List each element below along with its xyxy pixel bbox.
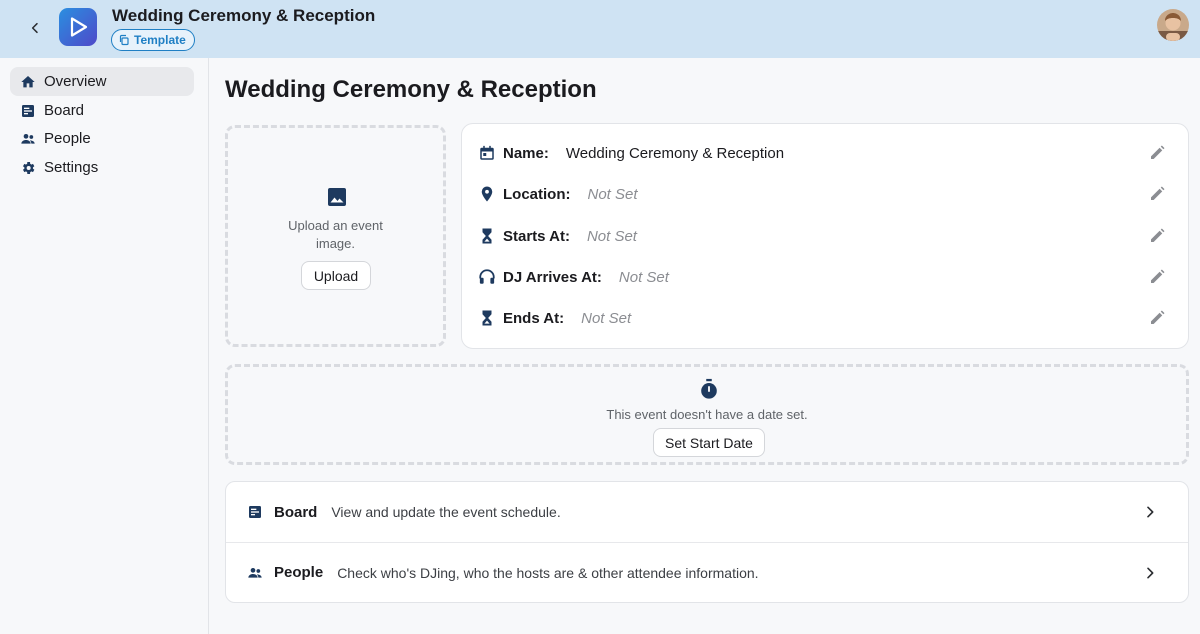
sidebar-item-label: Overview xyxy=(44,73,107,90)
sidebar-item-overview[interactable]: Overview xyxy=(10,67,194,96)
date-empty-state: This event doesn't have a date set. Set … xyxy=(225,364,1189,465)
sidebar-item-board[interactable]: Board xyxy=(10,96,194,125)
detail-row-ends-at: Ends At: Not Set xyxy=(478,306,1174,330)
play-logo-icon xyxy=(70,17,88,37)
sidebar-item-label: Board xyxy=(44,102,85,119)
app-logo xyxy=(59,8,97,46)
upload-button[interactable]: Upload xyxy=(301,261,371,290)
detail-value: Not Set xyxy=(587,185,638,203)
date-empty-text: This event doesn't have a date set. xyxy=(606,407,808,422)
avatar[interactable] xyxy=(1157,9,1189,41)
detail-label: Name: xyxy=(503,144,549,162)
board-icon xyxy=(22,104,34,117)
stopwatch-icon xyxy=(701,378,717,399)
detail-value: Not Set xyxy=(618,268,669,286)
image-icon xyxy=(328,188,346,206)
template-chip-label: Template xyxy=(134,33,186,47)
set-start-date-button[interactable]: Set Start Date xyxy=(653,428,765,457)
detail-label: Location: xyxy=(503,185,571,203)
people-icon xyxy=(248,567,262,578)
link-description: View and update the event schedule. xyxy=(331,504,561,520)
edit-pencil-icon[interactable] xyxy=(1148,268,1166,286)
detail-label: Ends At: xyxy=(503,309,565,327)
sidebar: Overview Board People Settings xyxy=(0,58,209,634)
link-title: Board xyxy=(274,503,318,521)
people-icon xyxy=(21,133,35,144)
chevron-right-icon xyxy=(1147,567,1154,579)
sidebar-item-people[interactable]: People xyxy=(10,124,194,153)
detail-label: Starts At: xyxy=(503,227,570,245)
link-row-board[interactable]: Board View and update the event schedule… xyxy=(226,482,1188,542)
edit-pencil-icon[interactable] xyxy=(1148,144,1166,162)
page-title: Wedding Ceremony & Reception xyxy=(225,76,597,103)
link-description: Check who's DJing, who the hosts are & o… xyxy=(337,564,759,581)
detail-value: Wedding Ceremony & Reception xyxy=(565,144,785,162)
board-icon xyxy=(249,506,261,518)
template-chip[interactable]: Template xyxy=(111,29,195,51)
detail-label: DJ Arrives At: xyxy=(503,268,602,286)
quick-links-card: Board View and update the event schedule… xyxy=(225,481,1189,603)
back-button[interactable] xyxy=(22,15,48,41)
headphones-icon xyxy=(479,269,495,284)
detail-value: Not Set xyxy=(586,227,637,245)
header-title: Wedding Ceremony & Reception xyxy=(112,6,376,25)
calendar-icon xyxy=(480,145,494,160)
link-title: People xyxy=(274,564,324,581)
detail-row-dj-arrives-at: DJ Arrives At: Not Set xyxy=(478,265,1174,289)
detail-row-location: Location: Not Set xyxy=(478,182,1174,206)
event-details-card: Name: Wedding Ceremony & Reception Locat… xyxy=(461,123,1189,349)
detail-row-name: Name: Wedding Ceremony & Reception xyxy=(478,141,1174,165)
gear-icon xyxy=(23,161,35,174)
chevron-right-icon xyxy=(1147,506,1154,518)
chevron-left-icon xyxy=(31,22,38,34)
sidebar-item-settings[interactable]: Settings xyxy=(10,153,194,182)
app-header: Wedding Ceremony & Reception Template xyxy=(0,0,1200,58)
detail-row-starts-at: Starts At: Not Set xyxy=(478,224,1174,248)
user-avatar-icon xyxy=(1157,9,1189,41)
image-upload-area[interactable]: Upload an event image. Upload xyxy=(225,125,446,347)
location-pin-icon xyxy=(481,186,493,202)
link-row-people[interactable]: People Check who's DJing, who the hosts … xyxy=(226,542,1188,602)
sidebar-item-label: People xyxy=(44,130,91,147)
copy-icon xyxy=(119,34,129,46)
detail-value: Not Set xyxy=(581,309,632,327)
sidebar-item-label: Settings xyxy=(44,159,99,176)
edit-pencil-icon[interactable] xyxy=(1148,309,1166,327)
upload-hint: Upload an event image. xyxy=(288,218,383,251)
hourglass-icon xyxy=(482,228,492,244)
edit-pencil-icon[interactable] xyxy=(1148,185,1166,203)
hourglass-icon xyxy=(482,310,492,326)
home-icon xyxy=(21,75,35,87)
edit-pencil-icon[interactable] xyxy=(1148,227,1166,245)
